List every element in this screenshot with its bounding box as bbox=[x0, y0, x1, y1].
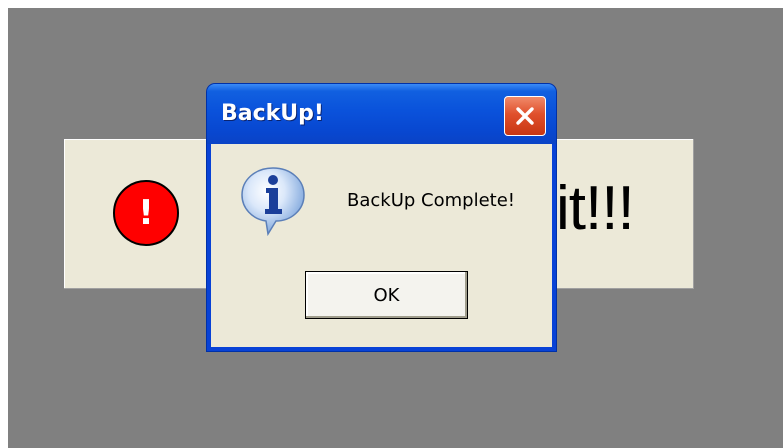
error-glyph: ! bbox=[138, 193, 154, 233]
error-exclamation-icon: ! bbox=[113, 180, 179, 246]
information-icon bbox=[241, 167, 305, 236]
close-icon bbox=[516, 107, 534, 125]
dialog-title: BackUp! bbox=[221, 101, 324, 126]
backup-dialog: BackUp! BackUp Complete! OK bbox=[207, 84, 556, 351]
close-button[interactable] bbox=[504, 96, 546, 136]
background-alert-text: it!!! bbox=[556, 174, 635, 243]
dialog-titlebar[interactable]: BackUp! bbox=[207, 84, 556, 144]
ok-button[interactable]: OK bbox=[305, 271, 468, 319]
dialog-message: BackUp Complete! bbox=[347, 190, 515, 211]
dialog-client-area: BackUp Complete! OK bbox=[211, 144, 552, 347]
